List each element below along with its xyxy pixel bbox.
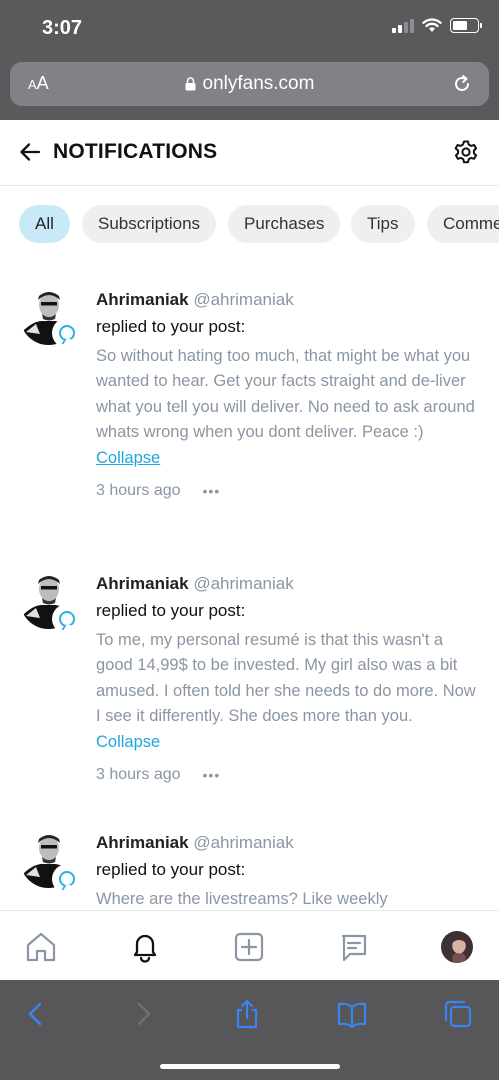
- back-arrow-icon[interactable]: [18, 140, 42, 164]
- url-text: onlyfans.com: [202, 73, 315, 94]
- notification-text: So without hating too much, that might b…: [96, 347, 475, 441]
- collapse-link[interactable]: Collapse: [96, 446, 160, 471]
- filter-chip-purchases[interactable]: Purchases: [228, 205, 341, 243]
- reply-badge: [52, 318, 82, 348]
- home-icon[interactable]: [23, 929, 59, 965]
- status-icons: [392, 18, 482, 33]
- user-handle[interactable]: @ahrimaniak: [193, 833, 293, 852]
- user-handle[interactable]: @ahrimaniak: [193, 574, 293, 593]
- user-name[interactable]: Ahrimaniak: [96, 574, 189, 593]
- notification-text: To me, my personal resumé is that this w…: [96, 631, 476, 725]
- url-display[interactable]: onlyfans.com: [10, 73, 489, 95]
- filter-chip-tips[interactable]: Tips: [351, 205, 415, 243]
- user-name[interactable]: Ahrimaniak: [96, 833, 189, 852]
- reload-icon[interactable]: [451, 73, 473, 95]
- bookmarks-icon[interactable]: [336, 998, 368, 1030]
- notification-time: 3 hours ago: [96, 482, 181, 500]
- notification-action: replied to your post:: [96, 317, 246, 336]
- collapse-link[interactable]: Collapse: [96, 730, 160, 755]
- notifications-bell-icon[interactable]: [127, 929, 163, 965]
- page-header: NOTIFICATIONS: [0, 120, 499, 186]
- reply-badge: [52, 604, 82, 634]
- filter-chip-all[interactable]: All: [19, 205, 70, 243]
- more-options-icon[interactable]: •••: [203, 767, 221, 783]
- bottom-navigation: [0, 910, 499, 980]
- address-bar[interactable]: AA onlyfans.com: [10, 62, 489, 106]
- page-title: NOTIFICATIONS: [53, 140, 218, 163]
- profile-avatar[interactable]: [441, 931, 473, 963]
- tabs-icon[interactable]: [442, 998, 474, 1030]
- comment-icon: [59, 871, 75, 887]
- reply-badge: [52, 864, 82, 894]
- add-post-icon[interactable]: [231, 929, 267, 965]
- lock-icon: [185, 77, 196, 91]
- share-icon[interactable]: [231, 998, 263, 1030]
- home-indicator: [160, 1064, 340, 1069]
- wifi-icon: [422, 18, 442, 32]
- user-handle[interactable]: @ahrimaniak: [193, 290, 293, 309]
- filter-tabs: All Subscriptions Purchases Tips Comme: [0, 205, 499, 245]
- comment-icon: [59, 611, 75, 627]
- filter-chip-subscriptions[interactable]: Subscriptions: [82, 205, 217, 243]
- browser-back-icon[interactable]: [20, 998, 52, 1030]
- notification-action: replied to your post:: [96, 860, 246, 879]
- filter-chip-comments[interactable]: Comme: [427, 205, 499, 243]
- gear-icon[interactable]: [453, 139, 479, 165]
- more-options-icon[interactable]: •••: [203, 483, 221, 499]
- browser-top-bar: 3:07 AA onlyfans.com: [0, 0, 499, 120]
- notification-item[interactable]: Ahrimaniak @ahrimaniak replied to your p…: [0, 831, 499, 910]
- browser-forward-icon[interactable]: [127, 998, 159, 1030]
- battery-icon: [450, 18, 482, 33]
- status-time: 3:07: [42, 17, 83, 39]
- messages-icon[interactable]: [336, 929, 372, 965]
- notification-text: Where are the livestreams? Like weekly: [96, 890, 388, 908]
- cellular-signal-icon: [392, 18, 414, 33]
- notification-time: 3 hours ago: [96, 766, 181, 784]
- notification-action: replied to your post:: [96, 601, 246, 620]
- user-name[interactable]: Ahrimaniak: [96, 290, 189, 309]
- comment-icon: [59, 325, 75, 341]
